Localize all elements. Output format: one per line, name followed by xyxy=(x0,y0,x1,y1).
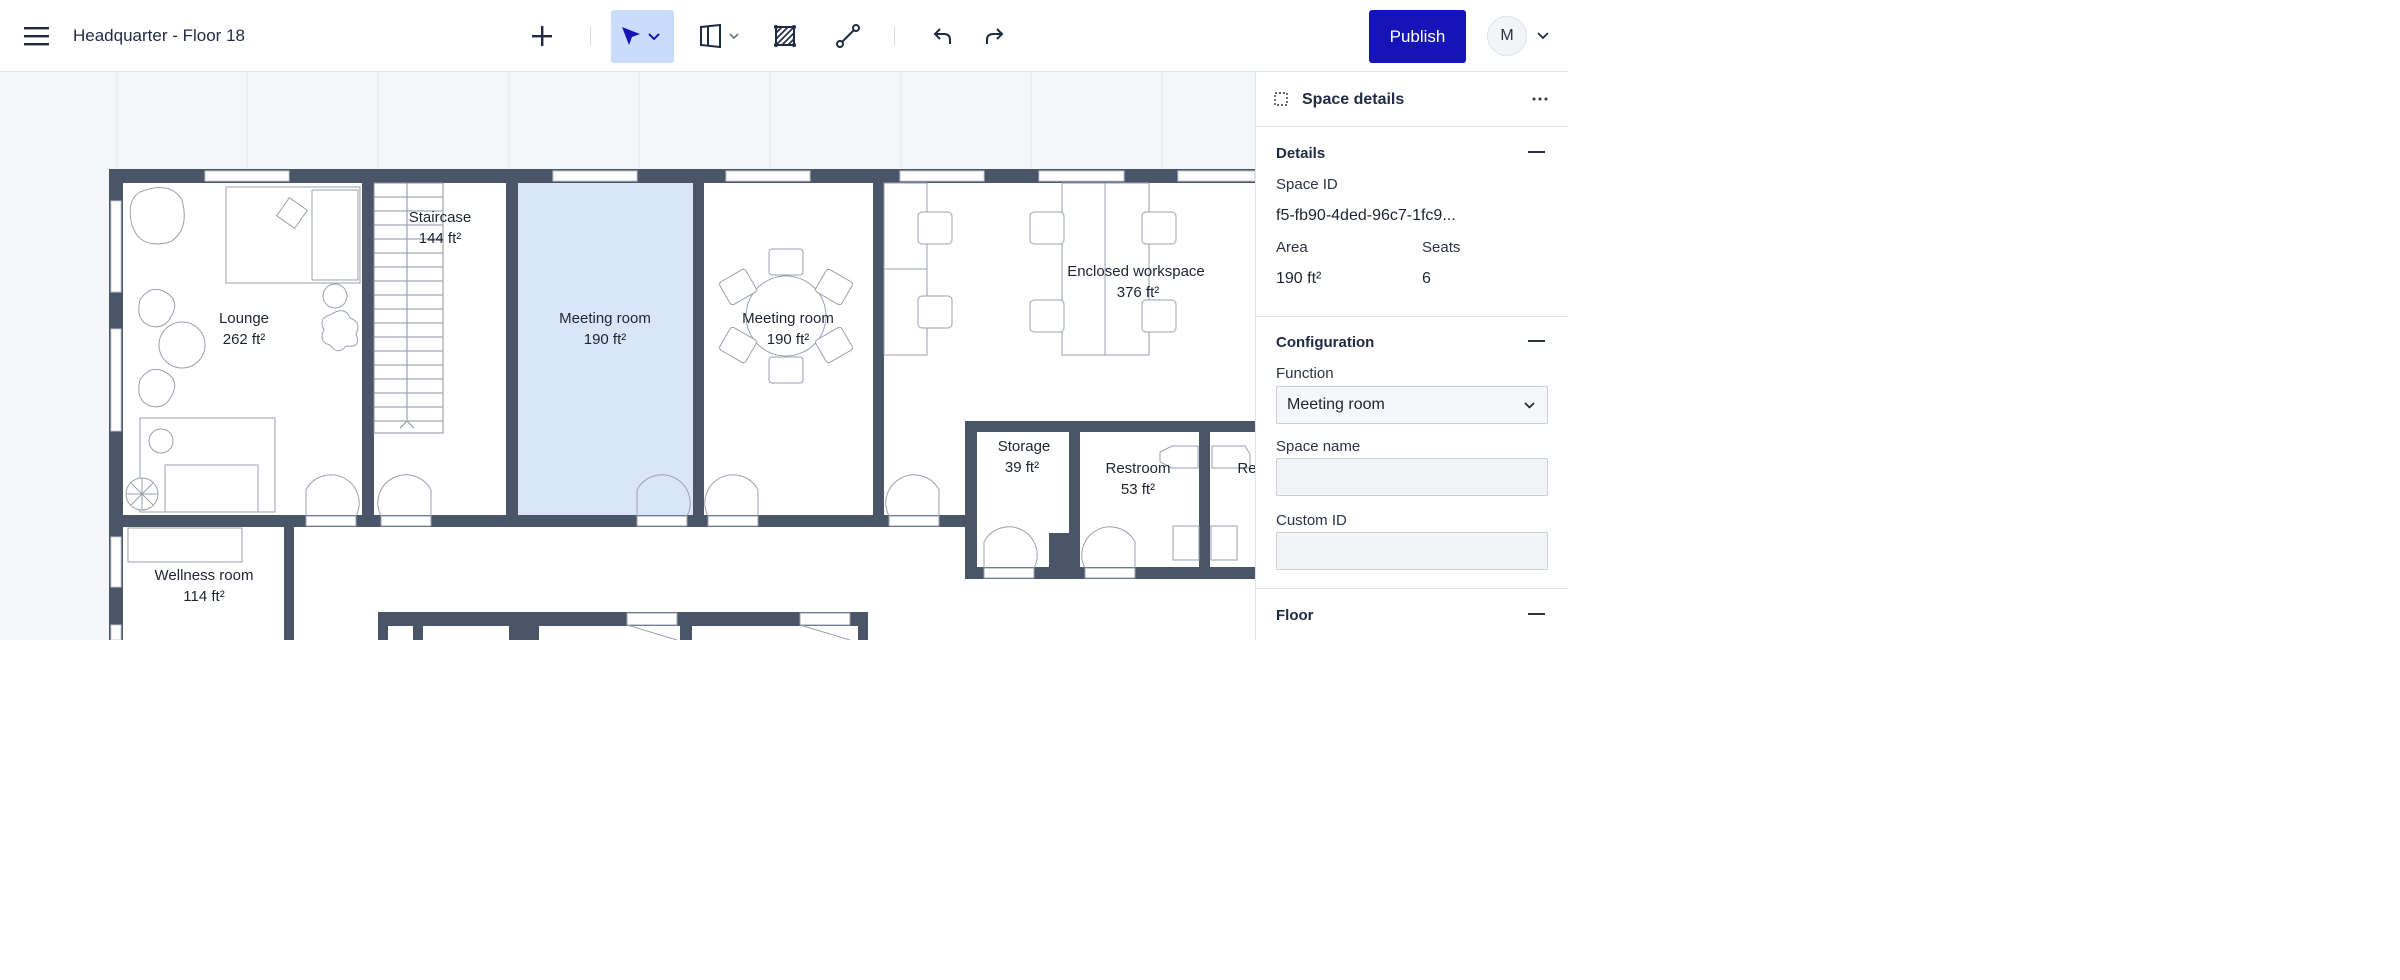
publish-button[interactable]: Publish xyxy=(1369,10,1466,63)
room-area-wellness-room: 114 ft² xyxy=(183,588,224,605)
room-area-restroom: 53 ft² xyxy=(1121,481,1155,498)
zone-tool-button[interactable] xyxy=(765,16,805,56)
wellness-furniture xyxy=(127,527,243,563)
avatar[interactable]: M xyxy=(1487,16,1527,56)
line-tool-button[interactable] xyxy=(828,16,868,56)
wall-tool-button[interactable] xyxy=(692,16,744,56)
room-name-wellness-room: Wellness room xyxy=(155,567,254,584)
room-name-storage: Storage xyxy=(998,438,1051,455)
room-name-restroom: Restroom xyxy=(1105,460,1170,477)
panel-header: Space details xyxy=(1256,72,1568,127)
section-divider xyxy=(1256,316,1568,317)
chevron-down-icon xyxy=(728,32,739,39)
room-area-staircase: 144 ft² xyxy=(419,230,462,247)
undo-icon xyxy=(933,28,951,44)
floorplan-canvas[interactable]: Lounge 262 ft² Staircase 144 ft² Meeting… xyxy=(0,72,1255,640)
area-label: Area xyxy=(1276,239,1308,256)
panel-title: Space details xyxy=(1302,91,1405,108)
room-name-lounge: Lounge xyxy=(219,310,269,327)
floorplan-drawing: Lounge 262 ft² Staircase 144 ft² Meeting… xyxy=(0,72,1255,640)
redo-icon xyxy=(986,28,1004,44)
redo-button[interactable] xyxy=(975,16,1013,56)
room-area-meeting-room: 190 ft² xyxy=(767,331,810,348)
seats-value: 6 xyxy=(1422,270,1431,287)
room-area-meeting-room-selected: 190 ft² xyxy=(584,331,627,348)
space-name-label: Space name xyxy=(1276,438,1361,455)
chevron-down-icon xyxy=(1524,402,1535,409)
function-label: Function xyxy=(1276,365,1334,382)
chevron-down-icon xyxy=(1537,32,1549,40)
seats-label: Seats xyxy=(1422,239,1461,256)
room-area-enclosed-workspace: 376 ft² xyxy=(1117,284,1160,301)
area-value: 190 ft² xyxy=(1276,270,1322,287)
collapse-configuration-button[interactable] xyxy=(1528,340,1545,342)
toolbar-divider xyxy=(894,26,895,46)
room-name-meeting-room: Meeting room xyxy=(742,310,834,327)
ellipsis-icon xyxy=(1532,97,1548,101)
space-id-value: f5-fb90-4ded-96c7-1fc9... xyxy=(1276,207,1456,224)
collapse-details-button[interactable] xyxy=(1528,151,1545,153)
add-button[interactable] xyxy=(522,16,562,56)
space-id-label: Space ID xyxy=(1276,176,1338,193)
room-name-staircase: Staircase xyxy=(409,209,472,226)
select-pointer-icon xyxy=(621,26,640,45)
room-name-meeting-room-selected: Meeting room xyxy=(559,310,651,327)
more-options-button[interactable] xyxy=(1528,88,1552,110)
plus-icon xyxy=(532,26,552,46)
line-tool-icon xyxy=(836,24,860,48)
top-toolbar: Headquarter - Floor 18 Publish M xyxy=(0,0,1568,72)
custom-id-label: Custom ID xyxy=(1276,512,1347,529)
room-area-storage: 39 ft² xyxy=(1005,459,1039,476)
collapse-floor-button[interactable] xyxy=(1528,613,1545,615)
undo-button[interactable] xyxy=(924,16,962,56)
floor-title: Headquarter - Floor 18 xyxy=(73,26,245,45)
function-select-value: Meeting room xyxy=(1287,396,1385,413)
room-area-lounge: 262 ft² xyxy=(223,331,266,348)
custom-id-input[interactable] xyxy=(1276,532,1548,570)
select-tool-button[interactable] xyxy=(611,10,674,63)
wall-tool-icon xyxy=(699,23,721,49)
hamburger-menu-icon xyxy=(24,27,49,46)
chevron-down-icon xyxy=(647,32,660,40)
space-details-panel: Space details Details Space ID f5-fb90-4… xyxy=(1255,72,1568,640)
section-divider xyxy=(1256,588,1568,589)
room-name-restroom-partial: Re xyxy=(1237,460,1255,477)
account-menu-button[interactable] xyxy=(1532,26,1554,46)
toolbar-divider xyxy=(590,26,591,46)
zone-hatch-icon xyxy=(774,25,796,47)
space-name-input[interactable] xyxy=(1276,458,1548,496)
function-select[interactable]: Meeting room xyxy=(1276,386,1548,424)
menu-button[interactable] xyxy=(20,20,54,52)
configuration-section-title: Configuration xyxy=(1276,334,1375,351)
room-name-enclosed-workspace: Enclosed workspace xyxy=(1067,263,1205,280)
details-section-title: Details xyxy=(1276,145,1326,162)
floor-section-title: Floor xyxy=(1276,607,1314,624)
selection-box-icon xyxy=(1274,92,1288,106)
selected-room-highlight[interactable] xyxy=(518,183,693,516)
